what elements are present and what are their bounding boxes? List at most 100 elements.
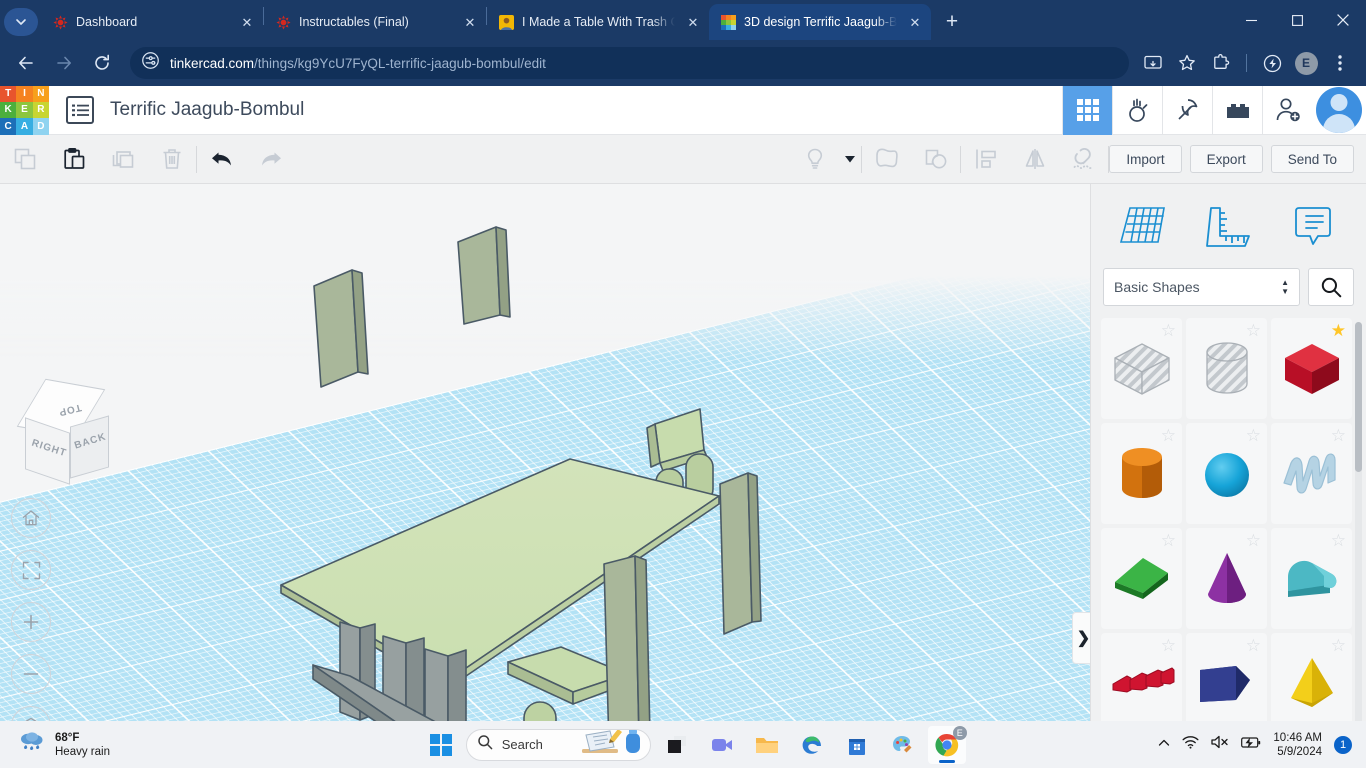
shape-library-scroll[interactable]: ☆ ☆ ★ ☆ ☆ ☆ ☆ ☆ ☆ ☆ ☆ ☆ <box>1091 318 1366 733</box>
model-table-with-chairs[interactable] <box>0 184 1090 721</box>
tray-expand-icon[interactable] <box>1158 736 1170 754</box>
forward-button[interactable] <box>48 47 80 79</box>
tab-close-button[interactable]: ✕ <box>460 12 480 32</box>
bookmark-star-icon[interactable] <box>1171 47 1203 79</box>
window-close-button[interactable] <box>1320 2 1366 38</box>
ruler-icon[interactable] <box>1191 198 1265 256</box>
copy-button[interactable] <box>0 135 49 184</box>
favorite-star-icon[interactable]: ☆ <box>1246 637 1261 654</box>
tab-close-button[interactable]: ✕ <box>905 12 925 32</box>
profile-avatar[interactable]: E <box>1290 47 1322 79</box>
favorite-star-icon[interactable]: ☆ <box>1331 637 1346 654</box>
chrome-menu-icon[interactable] <box>1324 47 1356 79</box>
favorite-star-icon[interactable]: ☆ <box>1331 532 1346 549</box>
clock[interactable]: 10:46 AM 5/9/2024 <box>1273 731 1322 759</box>
shape-item-sphere[interactable]: ☆ <box>1186 423 1267 524</box>
shape-item-wedge[interactable]: ☆ <box>1101 528 1182 629</box>
ungroup-button[interactable] <box>911 135 960 184</box>
shape-item-cone[interactable]: ☆ <box>1186 528 1267 629</box>
reload-button[interactable] <box>86 47 118 79</box>
weather-widget[interactable]: 68°F Heavy rain <box>0 730 230 759</box>
home-view-button[interactable] <box>11 498 51 538</box>
file-explorer-dark-icon[interactable] <box>658 726 696 764</box>
invite-people-button[interactable] <box>1262 85 1312 135</box>
export-button[interactable]: Export <box>1189 145 1263 173</box>
edge-icon[interactable] <box>793 726 831 764</box>
designs-grid-button[interactable] <box>1062 85 1112 135</box>
site-settings-icon[interactable] <box>142 52 159 74</box>
teams-icon[interactable] <box>703 726 741 764</box>
view-cube[interactable]: TOP RIGHT BACK <box>14 378 112 492</box>
cast-icon[interactable] <box>1137 47 1169 79</box>
shape-category-select[interactable]: Basic Shapes ▲ ▼ <box>1103 268 1300 306</box>
shape-item-scribble[interactable]: ☆ <box>1271 423 1352 524</box>
battery-charging-icon[interactable] <box>1241 736 1261 754</box>
fit-to-view-button[interactable] <box>11 550 51 590</box>
taskbar-search[interactable]: Search <box>465 728 651 761</box>
paint-icon[interactable] <box>883 726 921 764</box>
volume-muted-icon[interactable] <box>1211 735 1229 754</box>
address-bar[interactable]: tinkercad.com/things/kg9YcU7FyQL-terrifi… <box>130 47 1129 79</box>
wifi-icon[interactable] <box>1182 735 1199 754</box>
extensions-icon[interactable] <box>1205 47 1237 79</box>
shape-item-pyramid[interactable]: ☆ <box>1271 633 1352 733</box>
tab-search-button[interactable] <box>4 8 38 36</box>
browser-tab-tinkercad[interactable]: 3D design Terrific Jaagub-Bombul ✕ <box>709 4 931 40</box>
undo-button[interactable] <box>197 135 246 184</box>
delete-button[interactable] <box>147 135 196 184</box>
favorite-star-icon[interactable]: ☆ <box>1161 427 1176 444</box>
lightbulb-button[interactable] <box>790 135 839 184</box>
favorite-star-icon[interactable]: ☆ <box>1161 532 1176 549</box>
group-button[interactable] <box>862 135 911 184</box>
favorite-star-icon[interactable]: ☆ <box>1161 322 1176 339</box>
send-to-button[interactable]: Send To <box>1270 145 1354 173</box>
notification-badge[interactable]: 1 <box>1334 735 1352 754</box>
mirror-button[interactable] <box>1010 135 1059 184</box>
workplane-icon[interactable] <box>1107 198 1181 256</box>
shape-scrollbar-thumb[interactable] <box>1355 322 1362 472</box>
bricks-button[interactable] <box>1212 85 1262 135</box>
chrome-icon[interactable]: E <box>927 725 967 764</box>
workplane-snap-button[interactable] <box>1059 135 1108 184</box>
window-minimize-button[interactable] <box>1228 2 1274 38</box>
shape-item-box-hole[interactable]: ☆ <box>1101 318 1182 419</box>
shape-item-paraboloid[interactable]: ☆ <box>1186 633 1267 733</box>
zoom-out-button[interactable] <box>11 654 51 694</box>
redo-button[interactable] <box>246 135 295 184</box>
browser-tab-article[interactable]: I Made a Table With Trash Cans ✕ <box>487 4 709 40</box>
browser-tab-instructables[interactable]: Instructables (Final) ✕ <box>264 4 486 40</box>
duplicate-button[interactable] <box>98 135 147 184</box>
favorite-star-icon[interactable]: ★ <box>1331 322 1346 339</box>
shape-item-cylinder[interactable]: ☆ <box>1101 423 1182 524</box>
favorite-star-icon[interactable]: ☆ <box>1246 322 1261 339</box>
folder-icon[interactable] <box>748 726 786 764</box>
back-button[interactable] <box>10 47 42 79</box>
shape-item-roof[interactable]: ☆ <box>1271 528 1352 629</box>
project-list-icon[interactable] <box>66 96 94 124</box>
align-button[interactable] <box>961 135 1010 184</box>
browser-tab-dashboard[interactable]: Dashboard ✕ <box>41 4 263 40</box>
shape-item-box[interactable]: ★ <box>1271 318 1352 419</box>
favorite-star-icon[interactable]: ☆ <box>1161 637 1176 654</box>
tinkercad-logo-icon[interactable]: T I N K E R C A D <box>0 85 49 135</box>
tab-close-button[interactable]: ✕ <box>683 12 703 32</box>
start-button[interactable] <box>423 727 459 763</box>
shape-search-button[interactable] <box>1308 268 1354 306</box>
note-icon[interactable] <box>1276 198 1350 256</box>
chevron-down-icon[interactable] <box>839 135 861 184</box>
build-pickaxe-button[interactable] <box>1162 85 1212 135</box>
panel-collapse-handle[interactable]: ❯ <box>1072 612 1090 664</box>
favorite-star-icon[interactable]: ☆ <box>1246 427 1261 444</box>
shape-item-cylinder-hole[interactable]: ☆ <box>1186 318 1267 419</box>
zoom-in-button[interactable] <box>11 602 51 642</box>
new-tab-button[interactable]: + <box>937 7 967 37</box>
shape-item-text[interactable]: ☆ <box>1101 633 1182 733</box>
window-maximize-button[interactable] <box>1274 2 1320 38</box>
import-button[interactable]: Import <box>1109 145 1182 173</box>
codeblocks-button[interactable] <box>1112 85 1162 135</box>
store-icon[interactable] <box>838 726 876 764</box>
tab-close-button[interactable]: ✕ <box>237 12 257 32</box>
3d-viewport[interactable]: TOP RIGHT BACK Settings Snap Grid 1.0 mm… <box>0 184 1090 721</box>
user-avatar-button[interactable] <box>1312 86 1366 135</box>
paste-button[interactable] <box>49 135 98 184</box>
